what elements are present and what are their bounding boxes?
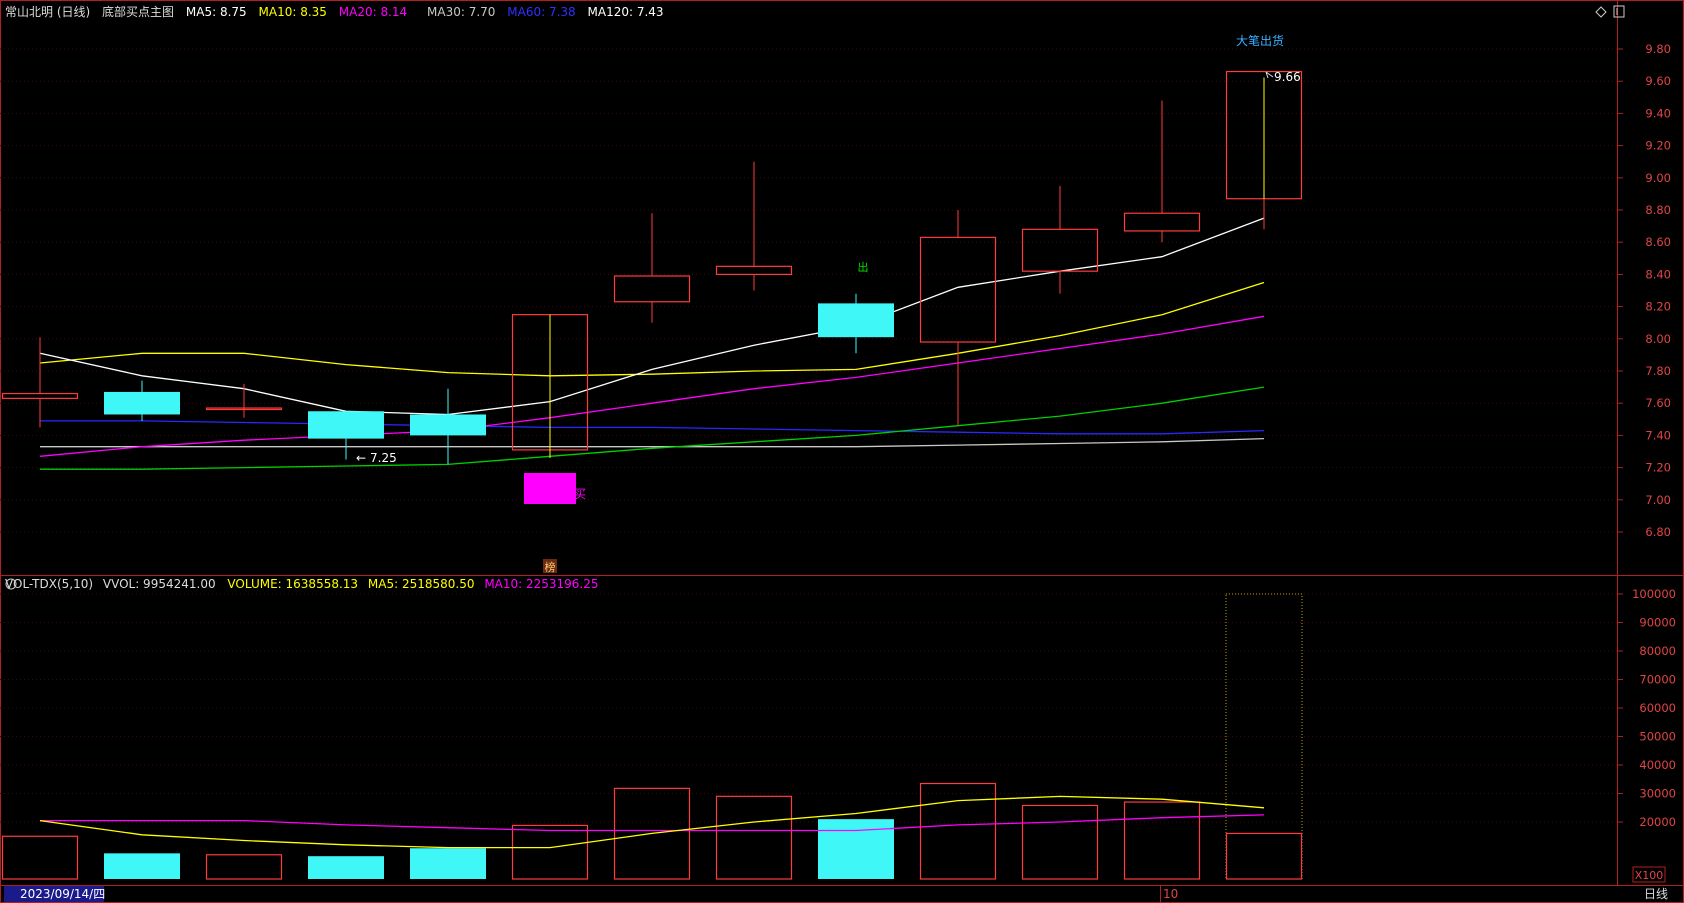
volume-bar xyxy=(1225,832,1303,880)
volume-bar xyxy=(205,854,283,880)
ma5-label: MA5: 8.75 xyxy=(186,5,247,19)
price-grid: 9.80 9.60 9.40 9.20 9.00 8.80 8.60 8.40 8.20 8.00… xyxy=(0,42,1671,539)
panel-icon[interactable] xyxy=(1613,5,1625,18)
low-arrow-icon: ← xyxy=(356,451,366,465)
candle-body xyxy=(613,275,691,303)
candle-body xyxy=(818,303,894,338)
volume-tick-label: 30000 xyxy=(1639,787,1676,801)
ma30-label: MA30: 7.70 xyxy=(427,5,495,19)
price-tick-label: 9.00 xyxy=(1645,171,1671,185)
candle-body xyxy=(715,265,793,276)
volume-bar xyxy=(1123,801,1201,880)
volume-bar xyxy=(104,853,180,879)
header-title: 常山北明 (日线) 底部买点主图 MA5: 8.75 MA10: 8.35 MA… xyxy=(5,4,664,19)
volume-bar xyxy=(919,782,997,880)
volume-bar xyxy=(1021,804,1099,880)
volume-tick-label: 20000 xyxy=(1639,815,1676,829)
volume-bar xyxy=(1,835,79,880)
vol-indicator-name: VOL-TDX(5,10) xyxy=(5,577,93,591)
volume-tick-label: 90000 xyxy=(1639,616,1676,630)
buy-signal-label: 买 xyxy=(574,487,586,501)
ma60-label: MA60: 7.38 xyxy=(507,5,575,19)
ma10-label: MA10: 8.35 xyxy=(259,5,327,19)
low-price-label: 7.25 xyxy=(370,451,397,465)
sell-signal-label: 出 xyxy=(858,260,869,274)
volume-bar xyxy=(511,824,589,880)
volume-bar xyxy=(410,848,486,879)
window-controls xyxy=(1595,5,1625,18)
candle-body xyxy=(308,411,384,439)
price-tick-label: 9.80 xyxy=(1645,42,1671,56)
period-button[interactable]: 日线 xyxy=(1644,887,1668,901)
volume-tick-label: 80000 xyxy=(1639,644,1676,658)
diamond-icon[interactable] xyxy=(1595,6,1607,18)
candle-body xyxy=(919,236,997,343)
candle-body xyxy=(410,414,486,436)
frame xyxy=(0,0,1684,903)
bang-signal-label: 榜 xyxy=(545,560,556,574)
month-marker: 10 xyxy=(1163,887,1178,901)
candle-body xyxy=(104,391,180,415)
volume-label: VOLUME: 1638558.13 xyxy=(227,577,358,591)
volume-tick-label: 60000 xyxy=(1639,701,1676,715)
price-tick-label: 7.20 xyxy=(1645,461,1671,475)
price-tick-label: 9.20 xyxy=(1645,139,1671,153)
volume-bar xyxy=(715,795,793,880)
candles xyxy=(1,70,1303,465)
price-tick-label: 9.60 xyxy=(1645,74,1671,88)
candle-body xyxy=(1,392,79,399)
volume-tick-label: 40000 xyxy=(1639,758,1676,772)
buy-signal-box xyxy=(524,473,576,504)
ma120-label: MA120: 7.43 xyxy=(588,5,664,19)
price-tick-label: 7.80 xyxy=(1645,364,1671,378)
ma20-label: MA20: 8.14 xyxy=(339,5,407,19)
ma30-line xyxy=(40,437,1265,448)
vol-ma10-label: MA10: 2253196.25 xyxy=(484,577,598,591)
date-label: 2023/09/14/四 xyxy=(20,887,105,901)
volume-header: VOL-TDX(5,10) VVOL: 9954241.00 VOLUME: 1… xyxy=(5,577,599,591)
big-sell-label: 大笔出货 xyxy=(1236,33,1284,48)
vol-ma5-label: MA5: 2518580.50 xyxy=(368,577,475,591)
candle-body xyxy=(1021,228,1099,272)
green-ma-line xyxy=(40,386,1265,470)
price-tick-label: 7.40 xyxy=(1645,428,1671,442)
high-arrow-icon xyxy=(1265,71,1274,79)
price-tick-label: 8.00 xyxy=(1645,332,1671,346)
price-tick-label: 8.60 xyxy=(1645,235,1671,249)
price-tick-label: 8.20 xyxy=(1645,300,1671,314)
price-tick-label: 6.80 xyxy=(1645,525,1671,539)
vvol-label: VVOL: 9954241.00 xyxy=(103,577,216,591)
volume-tick-label: 70000 xyxy=(1639,673,1676,687)
volume-bar xyxy=(308,856,384,879)
price-tick-label: 8.80 xyxy=(1645,203,1671,217)
volume-ma10-line xyxy=(40,814,1265,832)
price-tick-label: 9.40 xyxy=(1645,106,1671,120)
ma10-line xyxy=(39,281,1265,377)
chart-canvas: 9.80 9.60 9.40 9.20 9.00 8.80 8.60 8.40 8.20 8.00… xyxy=(0,0,1684,903)
price-tick-label: 8.40 xyxy=(1645,267,1671,281)
period-label: (日线) xyxy=(57,5,90,19)
stock-name: 常山北明 xyxy=(5,5,53,19)
volume-bar xyxy=(818,819,894,879)
price-tick-label: 7.00 xyxy=(1645,493,1671,507)
price-tick-label: 7.60 xyxy=(1645,396,1671,410)
unit-label: X100 xyxy=(1635,869,1664,882)
ma60-line xyxy=(40,420,1265,435)
volume-tick-label: 50000 xyxy=(1639,730,1676,744)
indicator-name: 底部买点主图 xyxy=(102,4,174,19)
volume-tick-label: 100000 xyxy=(1632,587,1676,601)
high-price-label: 9.66 xyxy=(1274,70,1301,84)
candle-body xyxy=(1123,212,1201,232)
volume-grid: 100000 90000 80000 70000 60000 50000 40000 3000… xyxy=(0,587,1676,829)
